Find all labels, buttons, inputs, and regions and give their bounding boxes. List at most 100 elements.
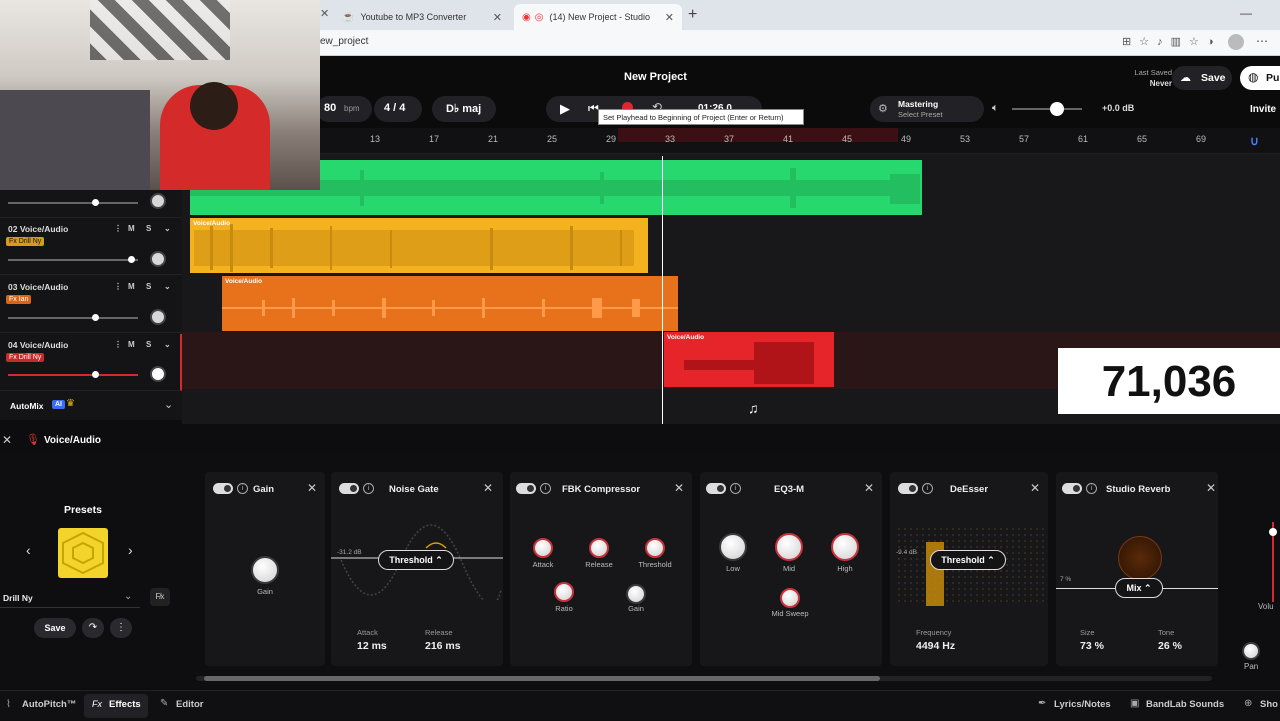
scrollbar-thumb[interactable] xyxy=(204,676,880,681)
clip-track-02[interactable]: Voice/Audio xyxy=(190,218,648,273)
info-icon[interactable]: i xyxy=(730,483,741,494)
close-icon[interactable]: ✕ xyxy=(864,481,874,495)
pan-knob[interactable] xyxy=(150,366,166,382)
mute-button[interactable]: M xyxy=(128,340,135,349)
volume-slider[interactable] xyxy=(8,199,138,206)
threshold-selector[interactable]: Threshold ⌃ xyxy=(378,550,454,570)
editor-tab[interactable]: ✎ Editor xyxy=(156,691,216,721)
info-icon[interactable]: i xyxy=(540,483,551,494)
attack-knob[interactable] xyxy=(533,538,553,558)
solo-button[interactable]: S xyxy=(146,224,151,233)
timeline-ruler[interactable]: 13 17 21 25 29 33 37 41 45 49 53 57 61 6… xyxy=(320,128,1280,154)
release-knob[interactable] xyxy=(589,538,609,558)
close-icon[interactable]: ✕ xyxy=(307,481,317,495)
preset-select[interactable]: Drill Ny ⌄ xyxy=(0,588,140,608)
fx-tag[interactable]: Fx Ian xyxy=(6,295,32,304)
lyrics-notes-tab[interactable]: ✒ Lyrics/Notes xyxy=(1034,691,1118,721)
track-name[interactable]: 02 Voice/Audio xyxy=(8,224,68,234)
mid-knob[interactable] xyxy=(775,533,803,561)
volume-slider[interactable] xyxy=(8,371,138,378)
fx-reset-icon[interactable]: F̸x xyxy=(150,588,170,606)
bpm-control[interactable]: 80 bpm xyxy=(316,96,372,122)
effects-tab[interactable]: Fx Effects xyxy=(84,694,148,718)
show-tab[interactable]: ⊕ Sho xyxy=(1240,691,1280,721)
volume-slider[interactable] xyxy=(8,314,138,321)
minimize-icon[interactable]: — xyxy=(1240,6,1252,20)
tab-close-icon[interactable]: ✕ xyxy=(665,11,674,24)
publish-button[interactable]: ◍ Pu xyxy=(1240,66,1280,90)
close-icon[interactable]: ✕ xyxy=(483,481,493,495)
chevron-down-icon[interactable]: ⌄ xyxy=(164,340,171,349)
gain-knob[interactable] xyxy=(626,584,646,604)
mid-sweep-knob[interactable] xyxy=(780,588,800,608)
effect-toggle[interactable] xyxy=(516,483,536,494)
effects-scrollbar[interactable] xyxy=(196,676,1212,681)
master-volume-slider[interactable] xyxy=(1012,102,1082,116)
mastering-control[interactable]: ⚙ Mastering Select Preset xyxy=(870,96,984,122)
track-menu-icon[interactable]: ⋮ xyxy=(114,340,122,349)
share-icon[interactable]: ↷ xyxy=(82,618,104,638)
snap-magnet-icon[interactable]: ∪ xyxy=(1250,134,1259,148)
pan-knob[interactable] xyxy=(1242,642,1260,660)
profile-avatar[interactable] xyxy=(1228,34,1244,50)
effect-toggle[interactable] xyxy=(339,483,359,494)
high-knob[interactable] xyxy=(831,533,859,561)
param-value[interactable]: 73 % xyxy=(1080,640,1104,652)
volume-thumb[interactable] xyxy=(92,199,99,206)
save-project-button[interactable]: ☁ Save xyxy=(1172,66,1232,90)
play-icon[interactable]: ▶ xyxy=(560,101,570,117)
low-knob[interactable] xyxy=(719,533,747,561)
key-control[interactable]: D♭ maj xyxy=(432,96,496,122)
volume-thumb[interactable] xyxy=(128,256,135,263)
param-value[interactable]: 12 ms xyxy=(357,640,387,652)
track-menu-icon[interactable]: ⋮ xyxy=(114,224,122,233)
volume-thumb[interactable] xyxy=(92,314,99,321)
param-value[interactable]: 26 % xyxy=(1158,640,1182,652)
automix-row[interactable]: AutoMix AI ♛ ⌄ xyxy=(0,392,182,420)
ratio-knob[interactable] xyxy=(554,582,574,602)
track-name[interactable]: 04 Voice/Audio xyxy=(8,340,68,350)
speaker-icon[interactable]: 🔈︎ xyxy=(992,102,999,115)
fader-thumb[interactable] xyxy=(1269,528,1277,536)
pan-knob[interactable] xyxy=(150,309,166,325)
mute-button[interactable]: M xyxy=(128,282,135,291)
playhead[interactable] xyxy=(662,156,663,424)
autopitch-tab[interactable]: ⌇ AutoPitch™ xyxy=(0,691,82,721)
mix-selector[interactable]: Mix ⌃ xyxy=(1115,578,1163,598)
url-text[interactable]: ew_project xyxy=(320,36,368,47)
fx-tag[interactable]: Fx Drill Ny xyxy=(6,237,45,246)
gain-knob[interactable] xyxy=(251,556,279,584)
tab-close-icon[interactable]: ✕ xyxy=(320,7,329,20)
info-icon[interactable]: i xyxy=(363,483,374,494)
volume-thumb[interactable] xyxy=(92,371,99,378)
more-menu-icon[interactable]: ⋯ xyxy=(1256,34,1268,48)
fx-tag[interactable]: Fx Drill Ny xyxy=(6,353,45,362)
track-volume-fader[interactable] xyxy=(1269,522,1277,602)
info-icon[interactable]: i xyxy=(1086,483,1097,494)
chevron-down-icon[interactable]: ⌄ xyxy=(164,224,171,233)
info-icon[interactable]: i xyxy=(922,483,933,494)
time-signature-control[interactable]: 4 / 4 xyxy=(374,96,422,122)
chevron-down-icon[interactable]: ⌄ xyxy=(164,398,173,411)
browser-tab-mp3[interactable]: ☕ Youtube to MP3 Converter ✕ xyxy=(334,4,510,30)
close-icon[interactable]: ✕ xyxy=(2,433,12,447)
volume-slider[interactable] xyxy=(8,256,138,263)
param-value[interactable]: 216 ms xyxy=(425,640,461,652)
chevron-down-icon[interactable]: ⌄ xyxy=(164,282,171,291)
pan-knob[interactable] xyxy=(150,251,166,267)
clip-track-03[interactable]: Voice/Audio xyxy=(222,276,678,331)
chevron-left-icon[interactable]: ‹ xyxy=(26,542,31,558)
more-options-icon[interactable]: ⋮ xyxy=(110,618,132,638)
browser-toolbar-icons[interactable]: ⊞☆♪▥☆◑ xyxy=(1122,35,1221,48)
threshold-knob[interactable] xyxy=(645,538,665,558)
preset-artwork[interactable] xyxy=(58,528,108,578)
close-icon[interactable]: ✕ xyxy=(1206,481,1216,495)
effect-toggle[interactable] xyxy=(706,483,726,494)
loop-region[interactable] xyxy=(618,128,898,142)
clip-track-04[interactable]: Voice/Audio xyxy=(664,332,834,387)
solo-button[interactable]: S xyxy=(146,340,151,349)
project-title[interactable]: New Project xyxy=(624,71,687,83)
pan-knob[interactable] xyxy=(150,193,166,209)
param-value[interactable]: 4494 Hz xyxy=(916,640,955,652)
tab-close-icon[interactable]: ✕ xyxy=(493,11,502,24)
